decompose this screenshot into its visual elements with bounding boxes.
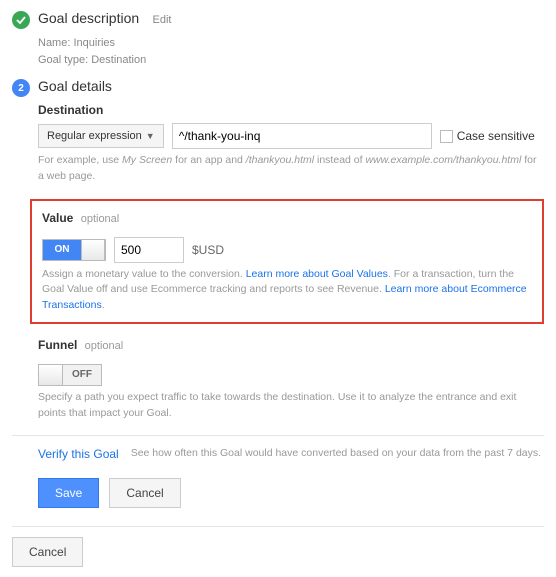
toggle-knob: [39, 365, 63, 385]
cancel-button[interactable]: Cancel: [109, 478, 180, 508]
step2-title: Goal details: [38, 78, 112, 94]
edit-link[interactable]: Edit: [153, 14, 172, 26]
match-type-dropdown[interactable]: Regular expression ▼: [38, 124, 164, 148]
toggle-on-label: ON: [43, 240, 81, 260]
type-value: Destination: [91, 54, 146, 66]
checkbox-icon[interactable]: [440, 130, 453, 143]
destination-input[interactable]: [172, 123, 432, 149]
funnel-toggle[interactable]: OFF: [38, 364, 102, 386]
value-section-highlight: Value optional ON $USD Assign a monetary…: [30, 199, 544, 324]
verify-goal-link[interactable]: Verify this Goal: [38, 447, 119, 461]
funnel-optional: optional: [85, 340, 124, 352]
destination-label: Destination: [38, 103, 103, 117]
step-goal-details: 2 Goal details: [12, 78, 544, 97]
value-help: Assign a monetary value to the conversio…: [42, 267, 532, 314]
check-circle-icon: [12, 11, 30, 29]
button-row: Save Cancel: [38, 478, 544, 508]
case-sensitive-label: Case sensitive: [457, 129, 535, 143]
toggle-off-label: OFF: [63, 365, 101, 385]
value-optional: optional: [81, 213, 120, 225]
verify-row: Verify this Goal See how often this Goal…: [38, 446, 544, 462]
footer-divider: [12, 526, 544, 527]
funnel-help: Specify a path you expect traffic to tak…: [38, 390, 544, 422]
funnel-section: Funnel optional OFF Specify a path you e…: [38, 338, 544, 422]
save-button[interactable]: Save: [38, 478, 99, 508]
type-label: Goal type:: [38, 54, 88, 66]
funnel-label: Funnel: [38, 338, 77, 352]
match-type-value: Regular expression: [47, 130, 142, 142]
value-toggle[interactable]: ON: [42, 239, 106, 261]
chevron-down-icon: ▼: [146, 131, 155, 141]
toggle-knob: [81, 240, 105, 260]
name-value: Inquiries: [73, 37, 115, 49]
goal-values-link[interactable]: Learn more about Goal Values: [246, 268, 388, 280]
verify-text: See how often this Goal would have conve…: [131, 446, 541, 462]
value-label: Value: [42, 211, 73, 225]
destination-section: Destination Regular expression ▼ Case se…: [38, 103, 544, 185]
footer-cancel-button[interactable]: Cancel: [12, 537, 83, 567]
name-label: Name:: [38, 37, 70, 49]
step-number-icon: 2: [12, 79, 30, 97]
divider: [12, 435, 544, 436]
case-sensitive-option[interactable]: Case sensitive: [440, 129, 535, 143]
currency-label: $USD: [192, 243, 224, 257]
step1-meta: Name: Inquiries Goal type: Destination: [38, 35, 544, 68]
value-amount-input[interactable]: [114, 237, 184, 263]
destination-help: For example, use My Screen for an app an…: [38, 153, 544, 185]
step1-title: Goal description: [38, 10, 139, 26]
step-goal-description: Goal description Edit: [12, 10, 544, 29]
